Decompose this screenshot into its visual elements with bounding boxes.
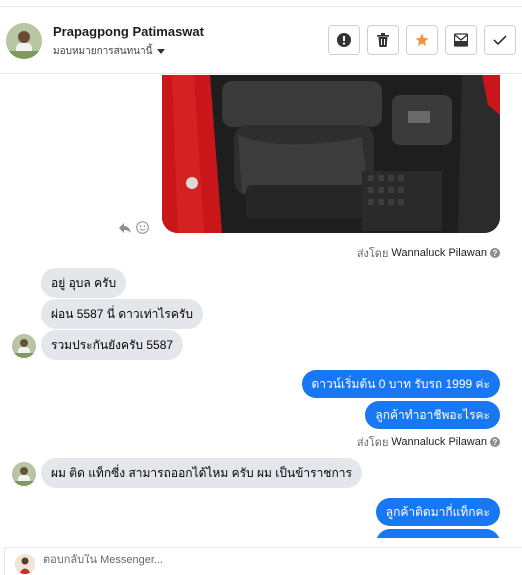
contact-name[interactable]: Prapagpong Patimaswat [53, 24, 204, 39]
trash-icon [377, 33, 389, 47]
contact-avatar[interactable] [6, 23, 42, 59]
delete-button[interactable] [367, 25, 399, 55]
incoming-message[interactable]: ผม ติด แท็กซี่ง สามารถออกได้ไหม ครับ ผม … [41, 458, 362, 488]
archive-button[interactable] [445, 25, 477, 55]
incoming-message[interactable]: อยู่ อุบล ครับ [41, 268, 127, 298]
conversation-header: Prapagpong Patimaswat มอบหมายการสนทนานี้ [0, 6, 522, 74]
messenger-reply-input[interactable] [43, 554, 513, 566]
sender-name[interactable]: Wannaluck Pilawan [391, 436, 487, 448]
assign-label: มอบหมายการสนทนานี้ [53, 46, 153, 57]
sender-name[interactable]: Wannaluck Pilawan [391, 247, 487, 259]
outgoing-message-partial[interactable] [376, 529, 500, 538]
star-button[interactable] [406, 25, 438, 55]
assign-conversation-dropdown[interactable]: มอบหมายการสนทนานี้ [53, 44, 166, 59]
page-avatar [15, 554, 35, 574]
help-icon[interactable]: ? [490, 437, 500, 447]
sent-by-label: ส่งโดย Wannaluck Pilawan ? [357, 244, 500, 262]
outgoing-message[interactable]: ลูกค้าทำอาชีพอะไรคะ [365, 401, 500, 429]
conversation-toolbar [328, 25, 516, 55]
alert-icon [337, 33, 351, 47]
outgoing-message[interactable]: ดาวน์เริ่มต้น 0 บาท รับรถ 1999 ค่ะ [301, 370, 500, 398]
mark-done-button[interactable] [484, 25, 516, 55]
caret-down-icon [157, 49, 166, 54]
reply-icon[interactable] [118, 222, 132, 234]
contact-avatar-small [12, 334, 36, 358]
reply-bar [4, 547, 522, 575]
mark-spam-button[interactable] [328, 25, 360, 55]
emoji-icon[interactable] [136, 221, 149, 234]
sent-by-label: ส่งโดย Wannaluck Pilawan ? [357, 433, 500, 451]
incoming-message[interactable]: ผ่อน 5587 นี่ ดาวเท่าไรครับ [41, 299, 203, 329]
archive-icon [454, 33, 468, 47]
message-thread[interactable]: ส่งโดย Wannaluck Pilawan ? อยู่ อุบล ครั… [0, 75, 522, 538]
car-interior-photo[interactable] [162, 75, 500, 233]
incoming-message[interactable]: รวมประกันยังครับ 5587 [41, 330, 184, 360]
check-icon [493, 35, 507, 46]
help-icon[interactable]: ? [490, 248, 500, 258]
contact-avatar-small [12, 462, 36, 486]
photo-actions [118, 221, 149, 234]
star-icon [415, 33, 429, 46]
outgoing-message[interactable]: ลูกค้าติดมากี่แท็กคะ [375, 498, 500, 526]
sent-by-prefix: ส่งโดย [356, 437, 389, 449]
sent-by-prefix: ส่งโดย [356, 248, 389, 260]
